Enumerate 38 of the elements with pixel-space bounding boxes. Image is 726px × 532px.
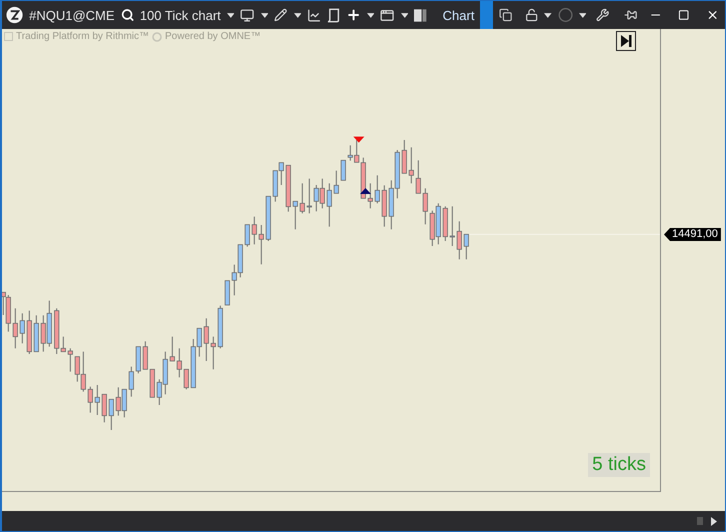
maximize-icon[interactable] [678,9,690,21]
scroll-thumb[interactable] [697,517,703,525]
buy-marker-icon [360,188,371,194]
powered-by-text: Powered by OMNE™ [165,31,261,42]
panels-icon[interactable] [414,8,427,22]
chart-type-selector[interactable]: 100 Tick chart [140,8,221,22]
checkbox-icon [4,32,13,41]
document-icon[interactable] [327,8,340,22]
caret-icon[interactable] [260,12,268,18]
line-chart-icon[interactable] [307,8,322,22]
search-icon[interactable] [120,8,134,22]
scroll-right-icon[interactable] [711,516,717,526]
monitor-icon[interactable] [240,8,255,22]
ring-icon [152,32,162,42]
plus-icon[interactable] [346,7,361,23]
window-icon[interactable] [380,8,395,22]
skip-to-end-icon[interactable] [620,35,632,47]
symbol-selector[interactable]: #NQU1@CME [29,8,115,22]
lock-icon[interactable] [524,8,538,22]
branding-text: Trading Platform by Rithmic™ [16,31,149,42]
caret-icon[interactable] [578,12,586,18]
sell-marker-icon [353,136,364,143]
caret-icon[interactable] [366,12,374,18]
caret-icon[interactable] [544,12,552,18]
caret-icon[interactable] [400,12,408,18]
pin-icon[interactable] [623,8,638,22]
tools-icon[interactable] [596,8,610,22]
copy-icon[interactable] [499,8,513,22]
link-color-tab[interactable] [480,1,494,29]
scroll-to-end-button[interactable] [616,31,636,51]
price-label: 14491,00 [664,228,721,241]
tick-counter: 5 ticks [588,453,650,477]
chart-label[interactable]: Chart [442,8,474,22]
caret-icon[interactable] [226,12,234,18]
pencil-icon[interactable] [274,8,288,22]
caret-icon[interactable] [294,12,302,18]
circle-icon[interactable] [558,7,573,23]
logo-icon [6,6,24,24]
